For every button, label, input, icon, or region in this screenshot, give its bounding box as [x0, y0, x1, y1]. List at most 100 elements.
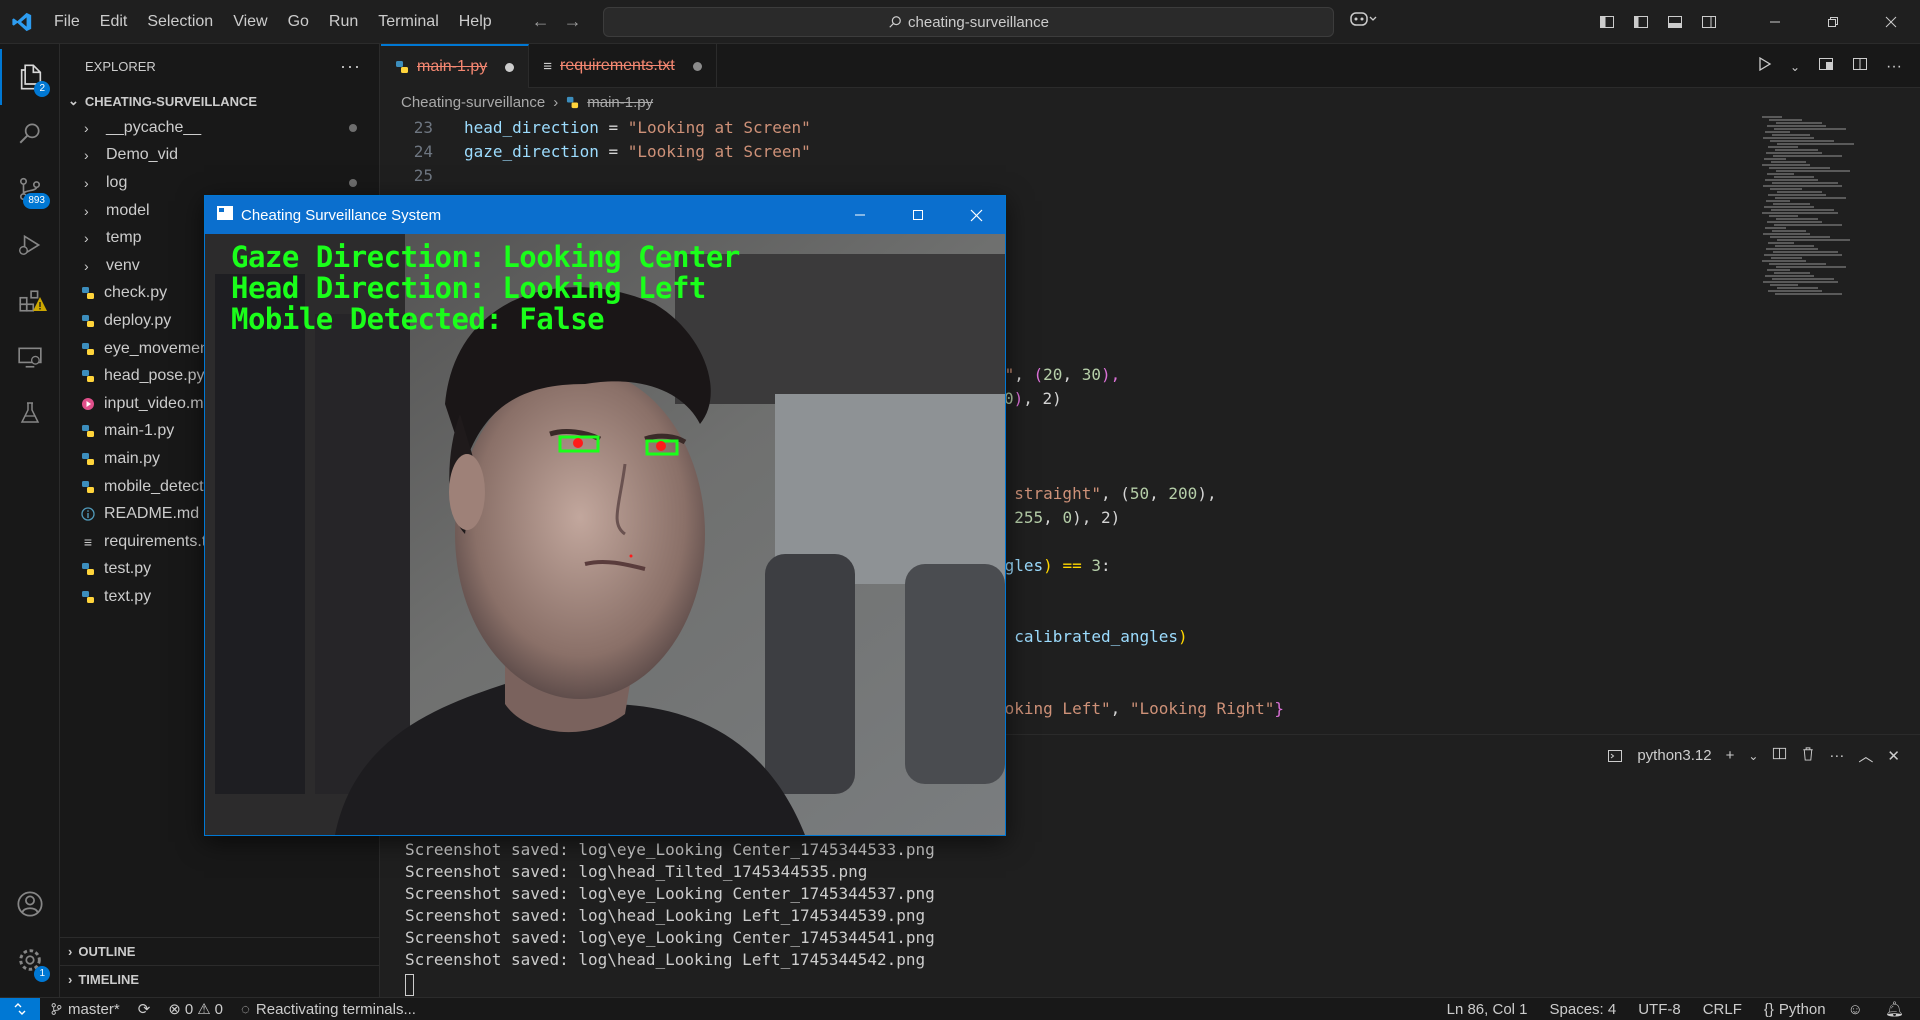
minimap-line	[1762, 116, 1782, 118]
tree-item-label: main.py	[104, 449, 161, 467]
terminal-cursor	[405, 974, 414, 996]
accounts-icon[interactable]	[0, 876, 60, 932]
minimap-line	[1776, 266, 1846, 268]
menu-selection[interactable]: Selection	[137, 0, 223, 44]
source-control-icon[interactable]: 893	[0, 161, 60, 217]
more-actions-icon[interactable]: ···	[1829, 747, 1844, 764]
run-debug-icon[interactable]	[0, 217, 60, 273]
modified-dot-icon	[349, 123, 357, 132]
menu-run[interactable]: Run	[319, 0, 368, 44]
tab-requirements-txt[interactable]: ≡ requirements.txt	[529, 44, 717, 88]
tree-item-label: Demo_vid	[106, 146, 179, 164]
more-actions-icon[interactable]: ···	[1886, 58, 1902, 76]
status-right: Ln 86, Col 1 Spaces: 4 UTF-8 CRLF {} Pyth…	[1447, 1000, 1904, 1019]
open-preview-icon[interactable]	[1818, 56, 1834, 77]
menu-view[interactable]: View	[223, 0, 277, 44]
customize-layout-icon[interactable]	[1590, 14, 1624, 30]
back-arrow-icon[interactable]: ←	[532, 11, 550, 32]
search-icon	[889, 16, 901, 28]
search-icon[interactable]	[0, 105, 60, 161]
unsaved-dot-icon[interactable]	[692, 61, 702, 71]
surveillance-window-titlebar[interactable]: Cheating Surveillance System	[205, 196, 1005, 234]
minimize-icon[interactable]	[831, 196, 889, 234]
minimap-line	[1777, 191, 1822, 193]
new-terminal-icon[interactable]: +	[1726, 747, 1735, 764]
split-terminal-icon[interactable]	[1772, 746, 1787, 765]
copilot-icon[interactable]	[1350, 10, 1378, 33]
chevron-down-icon[interactable]: ⌄	[1790, 60, 1800, 74]
restore-icon[interactable]	[1804, 0, 1862, 44]
code-token: 255	[1014, 508, 1044, 527]
tree-folder[interactable]: › log	[60, 169, 379, 197]
notifications-bell-icon[interactable]: 🔔︎	[1885, 1000, 1904, 1018]
minimap-line	[1769, 167, 1830, 169]
minimap-line	[1767, 221, 1822, 223]
minimap[interactable]	[1762, 116, 1858, 296]
menu-help[interactable]: Help	[449, 0, 502, 44]
testing-icon[interactable]	[0, 385, 60, 441]
problems-indicator[interactable]: ⊗ 0 ⚠ 0	[168, 1000, 223, 1019]
workspace-folder[interactable]: ⌄ CHEATING-SURVEILLANCE	[60, 88, 379, 114]
python-file-icon	[396, 61, 408, 73]
chevron-down-icon[interactable]: ⌄	[1748, 749, 1758, 763]
command-center-search[interactable]: cheating-surveillance	[603, 7, 1334, 37]
menu-go[interactable]: Go	[278, 0, 319, 44]
sync-icon[interactable]: ⟳	[138, 1000, 151, 1018]
indentation[interactable]: Spaces: 4	[1550, 1001, 1617, 1018]
python-file-icon	[80, 590, 96, 604]
breadcrumb-file[interactable]: main-1.py	[587, 94, 653, 111]
menu-edit[interactable]: Edit	[90, 0, 138, 44]
explorer-icon[interactable]: 2	[0, 49, 60, 105]
trash-icon[interactable]	[1801, 746, 1815, 765]
maximize-icon[interactable]	[889, 196, 947, 234]
tab-label: requirements.txt	[560, 57, 675, 74]
breadcrumb-folder[interactable]: Cheating-surveillance	[401, 94, 545, 111]
unsaved-dot-icon[interactable]	[505, 62, 515, 72]
explorer-badge: 2	[34, 81, 50, 97]
more-actions-icon[interactable]: ···	[340, 56, 361, 77]
branch-indicator[interactable]: master*	[50, 1001, 120, 1018]
tree-folder[interactable]: › __pycache__	[60, 114, 379, 142]
terminal-line: Screenshot saved: log\head_Looking Left_…	[405, 950, 926, 969]
chevron-right-icon: ›	[68, 972, 73, 987]
minimap-line	[1765, 275, 1814, 277]
terminal-name[interactable]: python3.12	[1637, 747, 1711, 764]
extensions-icon[interactable]	[0, 273, 60, 329]
toggle-panel-icon[interactable]	[1658, 14, 1692, 30]
terminal-output[interactable]: Screenshot saved: log\eye_Looking Center…	[405, 839, 935, 996]
cursor-position[interactable]: Ln 86, Col 1	[1447, 1001, 1528, 1018]
split-editor-icon[interactable]	[1852, 56, 1868, 77]
end-of-line[interactable]: CRLF	[1703, 1001, 1742, 1018]
forward-arrow-icon[interactable]: →	[564, 11, 582, 32]
close-icon[interactable]	[947, 196, 1005, 234]
minimap-line	[1774, 224, 1842, 226]
language-mode[interactable]: {} Python	[1764, 1001, 1826, 1018]
menu-terminal[interactable]: Terminal	[368, 0, 448, 44]
nav-arrows: ← →	[532, 11, 582, 32]
close-panel-icon[interactable]: ✕	[1887, 747, 1900, 765]
copilot-status-icon[interactable]: ☺	[1848, 1001, 1863, 1018]
toggle-primary-sidebar-icon[interactable]	[1624, 14, 1658, 30]
chevron-right-icon: ›	[84, 119, 89, 136]
code-token: , 2)	[1023, 389, 1062, 408]
outline-section[interactable]: › OUTLINE	[60, 937, 380, 965]
remote-explorer-icon[interactable]	[0, 329, 60, 385]
encoding[interactable]: UTF-8	[1638, 1001, 1681, 1018]
close-icon[interactable]	[1862, 0, 1920, 44]
run-python-file-icon[interactable]	[1758, 56, 1772, 76]
remote-indicator-icon[interactable]	[0, 997, 40, 1020]
manage-gear-icon[interactable]: 1	[0, 932, 60, 988]
tree-folder[interactable]: › Demo_vid	[60, 142, 379, 170]
timeline-section[interactable]: › TIMELINE	[60, 965, 380, 993]
surveillance-window[interactable]: Cheating Surveillance System Gaze Direct…	[204, 195, 1006, 836]
toggle-secondary-sidebar-icon[interactable]	[1692, 14, 1726, 30]
status-bar: master* ⟳ ⊗ 0 ⚠ 0 ◌ Reactivating termina…	[0, 997, 1920, 1020]
tab-main-1-py[interactable]: main-1.py	[381, 44, 530, 88]
minimap-line	[1775, 149, 1818, 151]
minimap-line	[1773, 251, 1838, 253]
activity-text: Reactivating terminals...	[255, 1000, 416, 1018]
code-token: ), 2)	[1072, 508, 1121, 527]
menu-file[interactable]: File	[44, 0, 90, 44]
minimize-icon[interactable]	[1746, 0, 1804, 44]
maximize-panel-icon[interactable]: ︿	[1858, 745, 1873, 766]
